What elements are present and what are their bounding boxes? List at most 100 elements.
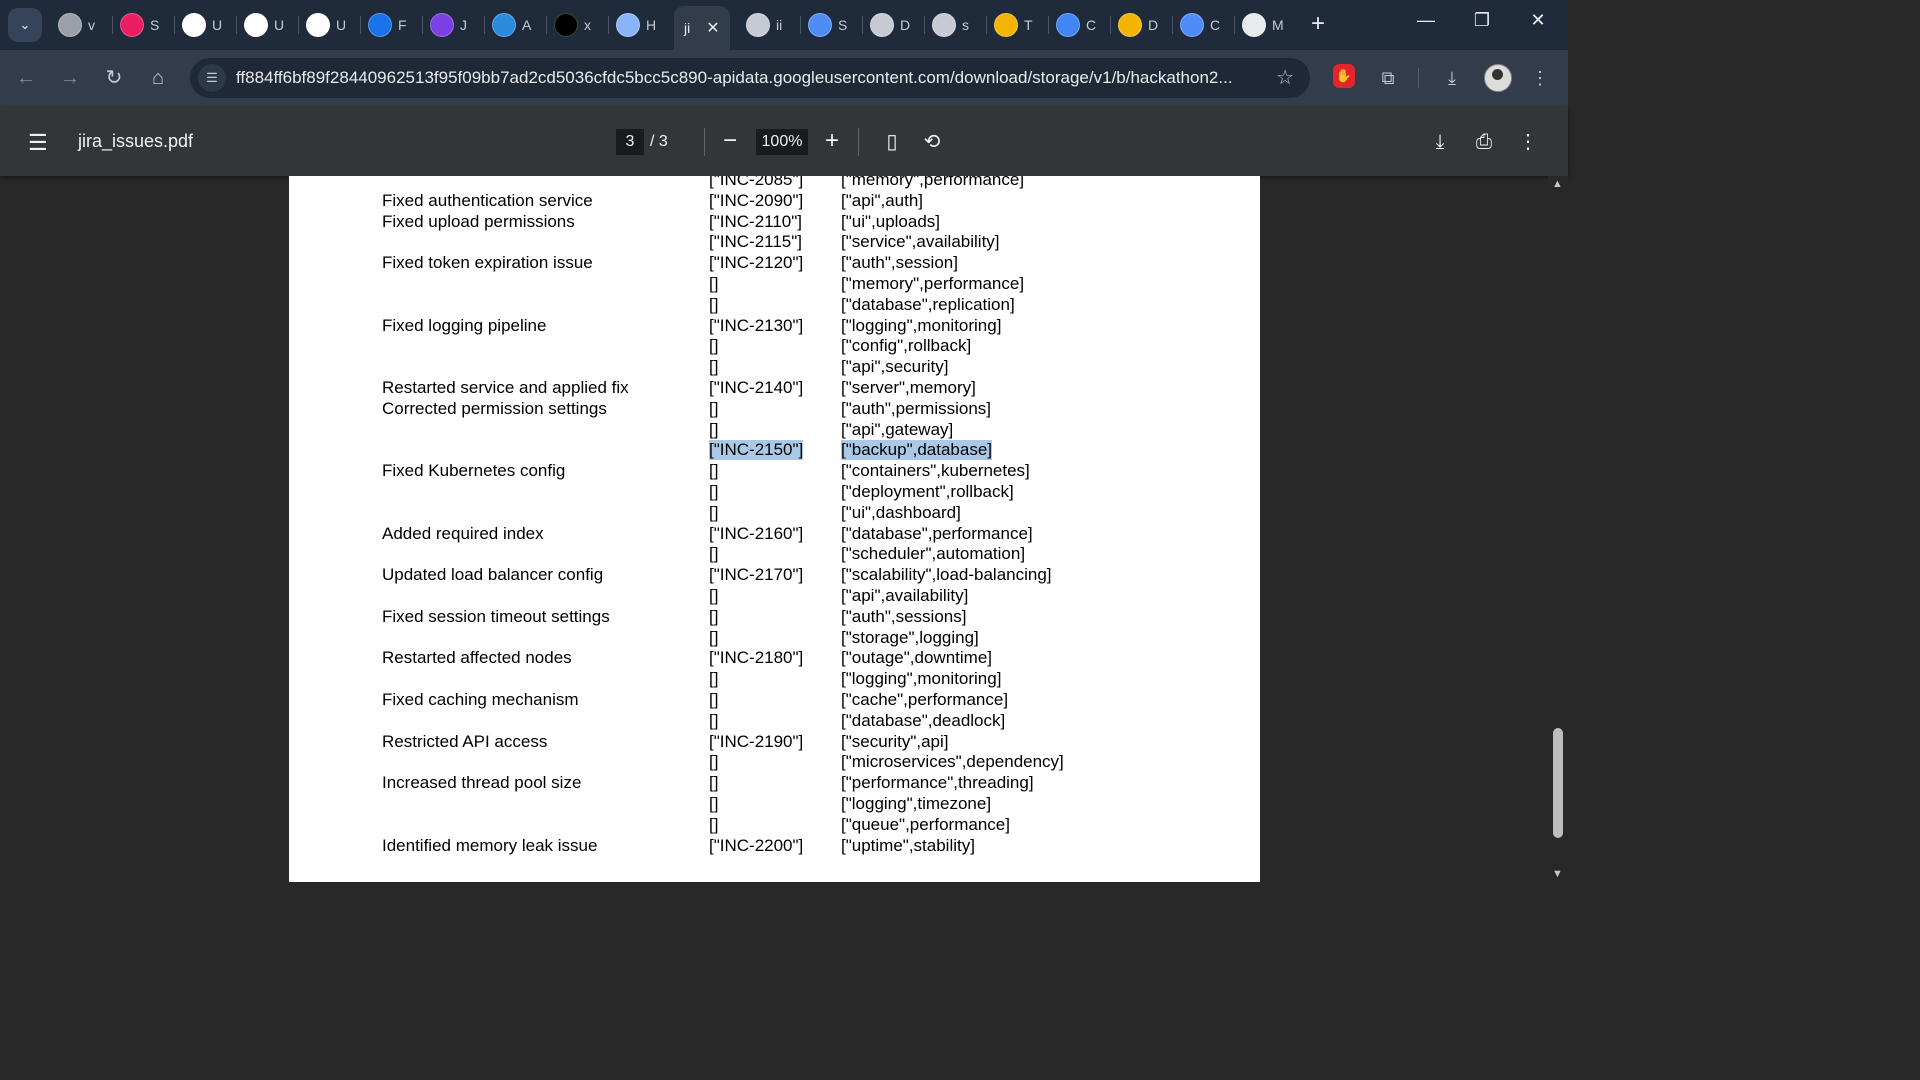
tab[interactable]: v	[58, 8, 100, 42]
bookmark-star-icon[interactable]: ☆	[1276, 65, 1294, 90]
tab[interactable]: H	[616, 8, 658, 42]
tab-title: D	[1148, 17, 1159, 33]
incident-cell: []	[709, 627, 719, 647]
avatar[interactable]	[1484, 64, 1512, 92]
tab-title: A	[522, 17, 532, 33]
forward-icon[interactable]: →	[56, 64, 84, 92]
tab-title: U	[336, 17, 347, 33]
address-bar[interactable]: ☰ ff884ff6bf89f28440962513f95f09bb7ad2cd…	[190, 58, 1310, 98]
download-icon[interactable]: ⤓	[1438, 64, 1466, 92]
tab[interactable]: D	[1118, 8, 1160, 42]
menu-icon[interactable]: ☰	[28, 130, 48, 156]
reload-icon[interactable]: ↻	[100, 64, 128, 92]
pdf-download-icon[interactable]: ⤓	[1426, 128, 1454, 156]
url-text[interactable]: ff884ff6bf89f28440962513f95f09bb7ad2cd50…	[236, 68, 1256, 88]
incident-cell: []	[709, 794, 719, 813]
tab[interactable]: F	[368, 8, 410, 42]
scrollbar[interactable]: ▲ ▼	[1548, 176, 1568, 882]
summary-cell: Corrected permission settings	[382, 398, 607, 418]
tab-title: H	[646, 17, 657, 33]
tab[interactable]: J	[430, 8, 472, 42]
tab[interactable]: U	[244, 8, 286, 42]
tab[interactable]: S	[120, 8, 162, 42]
google-icon	[306, 13, 330, 37]
tab-active[interactable]: ji ✕	[674, 6, 730, 50]
extensions-icon[interactable]: ⧉	[1374, 64, 1402, 92]
tab[interactable]: U	[306, 8, 348, 42]
tags-cell: ["ui",dashboard]	[841, 502, 961, 522]
table-row: [] ["scheduler",automation]	[289, 544, 1260, 565]
incident-cell: ["INC-2180"]	[709, 648, 804, 668]
tab-separator	[986, 16, 987, 34]
tab[interactable]: ii	[746, 8, 788, 42]
incident-cell: ["INC-2200"]	[709, 835, 804, 855]
tab[interactable]: C	[1180, 8, 1222, 42]
tab[interactable]: M	[1242, 8, 1284, 42]
scroll-up-icon[interactable]: ▲	[1552, 178, 1563, 190]
table-row: Added required index ["INC-2160"] ["databa…	[289, 524, 1260, 545]
incident-cell: []	[709, 752, 719, 772]
back-icon[interactable]: ←	[12, 64, 40, 92]
close-icon[interactable]: ✕	[706, 18, 719, 38]
tab-search-button[interactable]: ⌄	[8, 8, 42, 42]
site-info-icon[interactable]: ☰	[198, 64, 226, 92]
vscode-icon	[492, 13, 516, 37]
shield-app-icon	[1056, 13, 1080, 37]
summary-cell: Fixed token expiration issue	[382, 253, 593, 273]
close-window-icon[interactable]: ✕	[1518, 10, 1558, 31]
table-row: [] ["database",deadlock]	[289, 711, 1260, 732]
table-row: [] ["api",security]	[289, 357, 1260, 378]
table-row: Fixed upload permissions ["INC-2110"] ["ui…	[289, 212, 1260, 233]
pdf-page: ["INC-2085"] ["memory",performance] Fixed …	[289, 176, 1260, 882]
globe-icon	[870, 13, 894, 37]
table-row: Restarted service and applied fix ["INC-2…	[289, 378, 1260, 399]
restore-icon[interactable]: ❐	[1462, 10, 1502, 31]
incident-cell: []	[709, 773, 719, 793]
summary-cell: Restarted service and applied fix	[382, 378, 629, 397]
page-number-input[interactable]: 3	[616, 129, 644, 155]
rotate-icon[interactable]: ⟲	[918, 128, 946, 156]
zoom-in-button[interactable]: +	[818, 126, 846, 156]
table-row: Corrected permission settings [] ["auth",p…	[289, 399, 1260, 420]
summary-cell: Fixed Kubernetes config	[382, 461, 566, 481]
more-options-icon[interactable]: ⋮	[1514, 128, 1542, 156]
tab[interactable]: x	[554, 8, 596, 42]
tab-separator	[236, 16, 237, 34]
tab[interactable]: s	[932, 8, 974, 42]
tags-cell: ["database",performance]	[841, 523, 1033, 543]
play-circle-icon	[368, 13, 392, 37]
person-icon	[58, 13, 82, 37]
table-row: Restarted affected nodes ["INC-2180"] ["ou…	[289, 648, 1260, 669]
tab[interactable]: D	[870, 8, 912, 42]
new-tab-button[interactable]: +	[1304, 11, 1332, 39]
browser-menu-icon[interactable]: ⋮	[1526, 64, 1554, 92]
google-icon	[182, 13, 206, 37]
tags-cell: ["queue",performance]	[841, 814, 1010, 834]
minimize-icon[interactable]: —	[1406, 10, 1446, 31]
print-icon[interactable]: ⎙	[1470, 128, 1498, 156]
tab[interactable]: C	[1056, 8, 1098, 42]
summary-cell: Increased thread pool size	[382, 773, 582, 793]
summary-cell: Fixed session timeout settings	[382, 606, 610, 626]
tags-cell: ["memory",performance]	[841, 176, 1025, 189]
table-row: [] ["logging",monitoring]	[289, 669, 1260, 690]
tab-separator	[422, 16, 423, 34]
tab-title: J	[460, 17, 467, 33]
home-icon[interactable]: ⌂	[144, 64, 172, 92]
tags-cell: ["containers",kubernetes]	[841, 461, 1030, 481]
zoom-level-input[interactable]: 100%	[756, 129, 808, 155]
extension-red-icon[interactable]: ✋	[1333, 64, 1355, 88]
fit-page-icon[interactable]: ▯	[878, 128, 906, 156]
scrollbar-thumb[interactable]	[1553, 728, 1563, 838]
tab[interactable]: S	[808, 8, 850, 42]
incident-cell: ["INC-2120"]	[709, 253, 804, 273]
tags-cell: ["api",auth]	[841, 190, 924, 210]
tab[interactable]: U	[182, 8, 224, 42]
tab-title: U	[274, 17, 285, 33]
scroll-down-icon[interactable]: ▼	[1552, 868, 1563, 880]
tab[interactable]: A	[492, 8, 534, 42]
zoom-out-button[interactable]: −	[716, 126, 744, 156]
incident-cell: []	[709, 357, 719, 377]
tab[interactable]: T	[994, 8, 1036, 42]
table-row: Fixed authentication service ["INC-2090"]…	[289, 191, 1260, 212]
